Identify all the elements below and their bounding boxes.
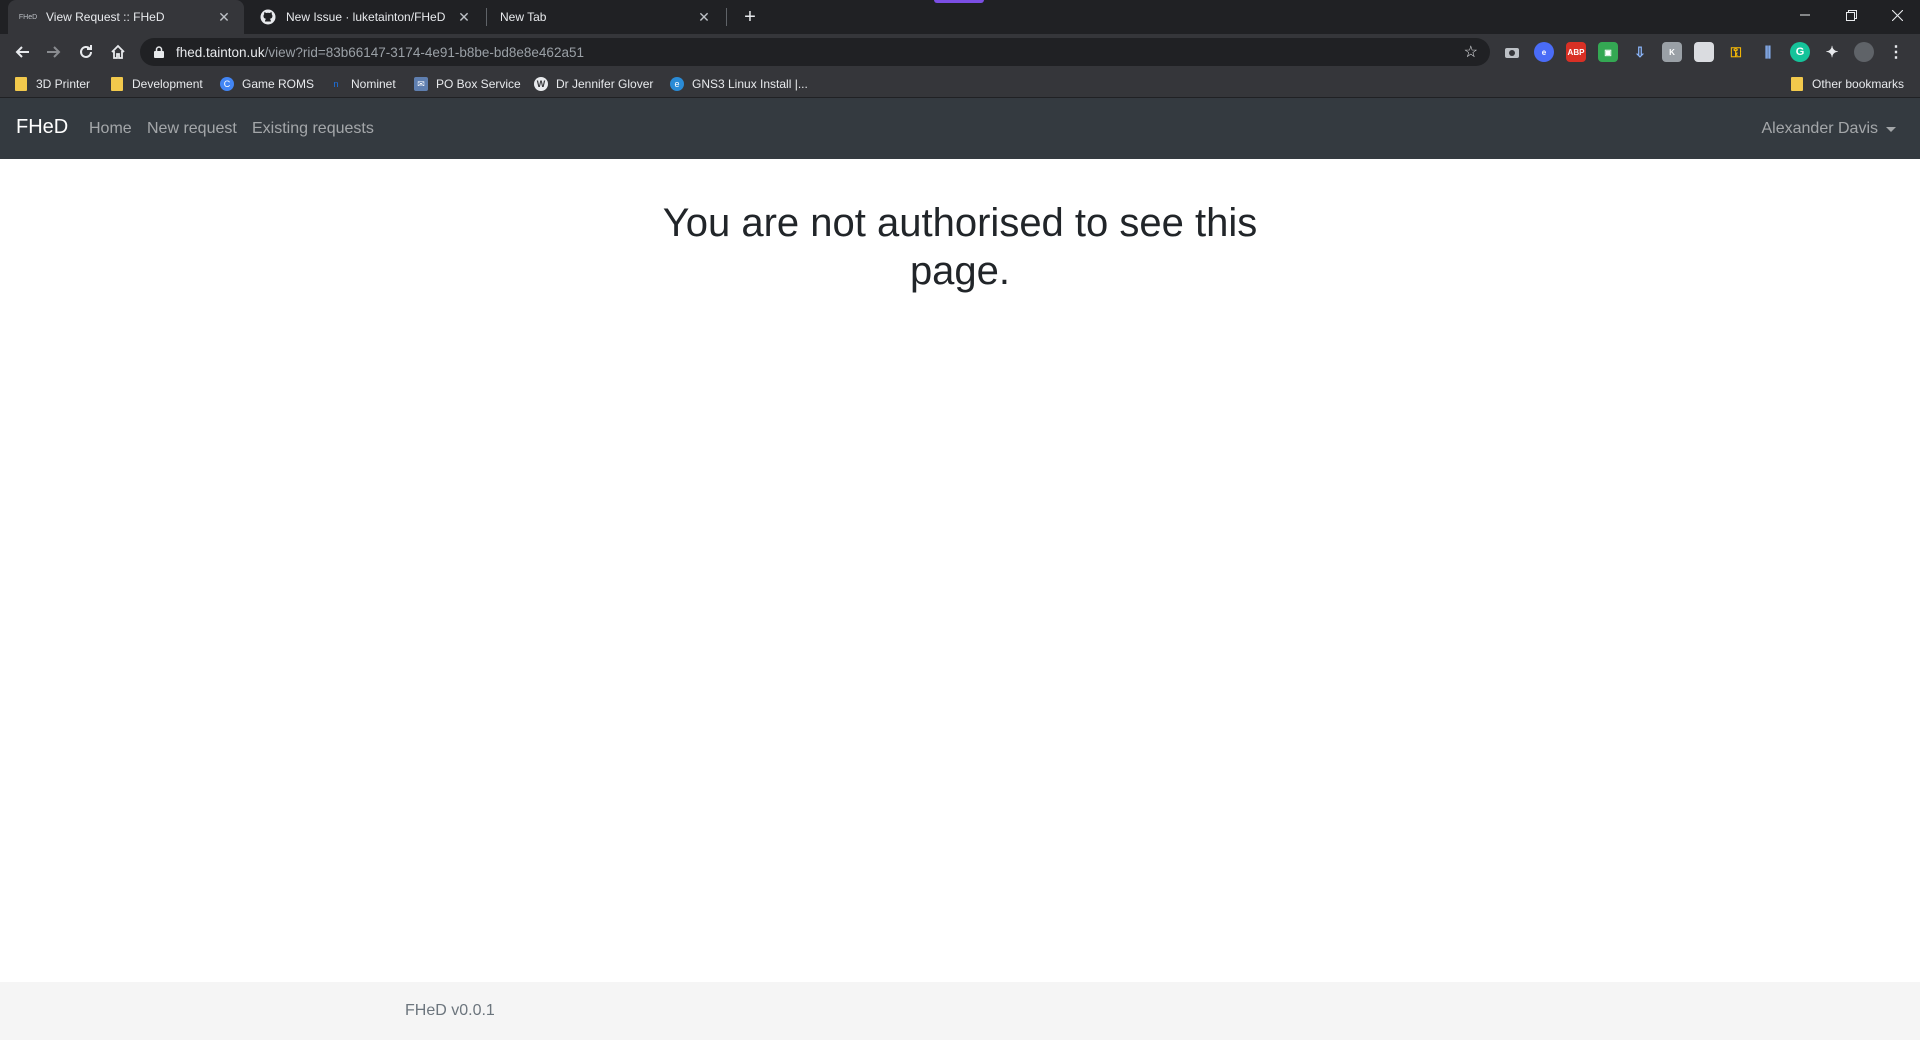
bookmark-game-roms[interactable]: C Game ROMS bbox=[220, 74, 314, 94]
window-close-icon[interactable] bbox=[1874, 0, 1920, 30]
folder-icon bbox=[14, 77, 28, 91]
new-tab-button[interactable]: + bbox=[738, 5, 762, 29]
home-icon[interactable] bbox=[104, 38, 132, 66]
user-name: Alexander Davis bbox=[1761, 120, 1879, 137]
main-content: You are not authorised to see this page. bbox=[0, 159, 1920, 982]
nav-existing-requests[interactable]: Existing requests bbox=[252, 120, 374, 138]
other-bookmarks[interactable]: Other bookmarks bbox=[1790, 74, 1904, 94]
caret-down-icon bbox=[1886, 126, 1896, 132]
bars-extension-icon[interactable]: ⫼ bbox=[1758, 42, 1778, 62]
tab-title: New Tab bbox=[500, 10, 547, 24]
tab-title: View Request :: FHeD bbox=[46, 10, 165, 24]
user-dropdown[interactable]: Alexander Davis bbox=[1761, 120, 1896, 138]
key-extension-icon[interactable]: ⚿ bbox=[1726, 42, 1746, 62]
bookmark-3d-printer[interactable]: 3D Printer bbox=[14, 74, 90, 94]
app-navbar: FHeD Home New request Existing requests … bbox=[0, 98, 1920, 159]
bookmark-star-icon[interactable]: ☆ bbox=[1464, 42, 1478, 62]
brand-link[interactable]: FHeD bbox=[16, 116, 68, 139]
folder-icon bbox=[1790, 77, 1804, 91]
bookmark-gns3[interactable]: e GNS3 Linux Install |... bbox=[670, 74, 808, 94]
forward-icon[interactable] bbox=[40, 38, 68, 66]
version-text: FHeD v0.0.1 bbox=[405, 1002, 495, 1019]
blue-extension-icon[interactable]: e bbox=[1534, 42, 1554, 62]
kebab-menu-icon[interactable]: ⋮ bbox=[1886, 42, 1906, 62]
k-extension-icon[interactable]: K bbox=[1662, 42, 1682, 62]
adblock-icon[interactable]: ABP bbox=[1566, 42, 1586, 62]
grammarly-icon[interactable]: G bbox=[1790, 42, 1810, 62]
restore-icon[interactable] bbox=[1828, 0, 1874, 30]
tab-separator bbox=[726, 8, 727, 26]
camera-extension-icon[interactable] bbox=[1502, 42, 1522, 62]
page-footer: FHeD v0.0.1 bbox=[0, 982, 1920, 1040]
nav-new-request[interactable]: New request bbox=[147, 120, 237, 138]
close-icon[interactable]: ✕ bbox=[456, 9, 472, 25]
tab-group-indicator bbox=[934, 0, 984, 3]
tab-new-tab[interactable]: New Tab ✕ bbox=[488, 0, 724, 34]
edge-icon: e bbox=[670, 77, 684, 91]
browser-tab-strip: FHeD View Request :: FHeD ✕ New Issue · … bbox=[0, 0, 1920, 34]
bookmark-development[interactable]: Development bbox=[110, 74, 203, 94]
extensions-puzzle-icon[interactable]: ✦ bbox=[1822, 42, 1842, 62]
tab-title: New Issue · luketainton/FHeD bbox=[286, 10, 446, 24]
game-roms-icon: C bbox=[220, 77, 234, 91]
address-bar[interactable]: fhed.tainton.uk/view?rid=83b66147-3174-4… bbox=[140, 38, 1490, 66]
browser-toolbar: fhed.tainton.uk/view?rid=83b66147-3174-4… bbox=[0, 34, 1920, 70]
folder-icon bbox=[110, 77, 124, 91]
bookmark-po-box-service[interactable]: ✉ PO Box Service bbox=[414, 74, 521, 94]
bookmark-nominet[interactable]: n Nominet bbox=[329, 74, 395, 94]
nominet-icon: n bbox=[333, 79, 339, 89]
tab-separator bbox=[486, 8, 487, 26]
tab-new-issue[interactable]: New Issue · luketainton/FHeD ✕ bbox=[248, 0, 484, 34]
reload-icon[interactable] bbox=[72, 38, 100, 66]
close-icon[interactable]: ✕ bbox=[696, 9, 712, 25]
bookmark-dr-jennifer-glover[interactable]: W Dr Jennifer Glover bbox=[534, 74, 653, 94]
fhed-favicon-icon: FHeD bbox=[18, 13, 38, 21]
close-icon[interactable]: ✕ bbox=[216, 9, 232, 25]
url-path: /view?rid=83b66147-3174-4e91-b8be-bd8e8e… bbox=[264, 44, 584, 60]
back-icon[interactable] bbox=[8, 38, 36, 66]
wordpress-icon: W bbox=[534, 77, 548, 91]
nav-home[interactable]: Home bbox=[89, 120, 132, 138]
github-icon bbox=[260, 9, 276, 25]
lock-icon[interactable] bbox=[152, 45, 166, 59]
url-host: fhed.tainton.uk bbox=[176, 44, 265, 60]
minimize-icon[interactable] bbox=[1782, 0, 1828, 30]
green-extension-icon[interactable]: ▣ bbox=[1598, 42, 1618, 62]
tab-view-request[interactable]: FHeD View Request :: FHeD ✕ bbox=[8, 0, 244, 34]
bookmarks-bar: 3D Printer Development C Game ROMS n Nom… bbox=[0, 70, 1920, 98]
grey-extension-icon[interactable] bbox=[1694, 42, 1714, 62]
po-box-icon: ✉ bbox=[414, 77, 428, 91]
unauthorised-message: You are not authorised to see this page. bbox=[662, 201, 1258, 293]
profile-avatar-icon[interactable] bbox=[1854, 42, 1874, 62]
download-extension-icon[interactable]: ⇩ bbox=[1630, 42, 1650, 62]
